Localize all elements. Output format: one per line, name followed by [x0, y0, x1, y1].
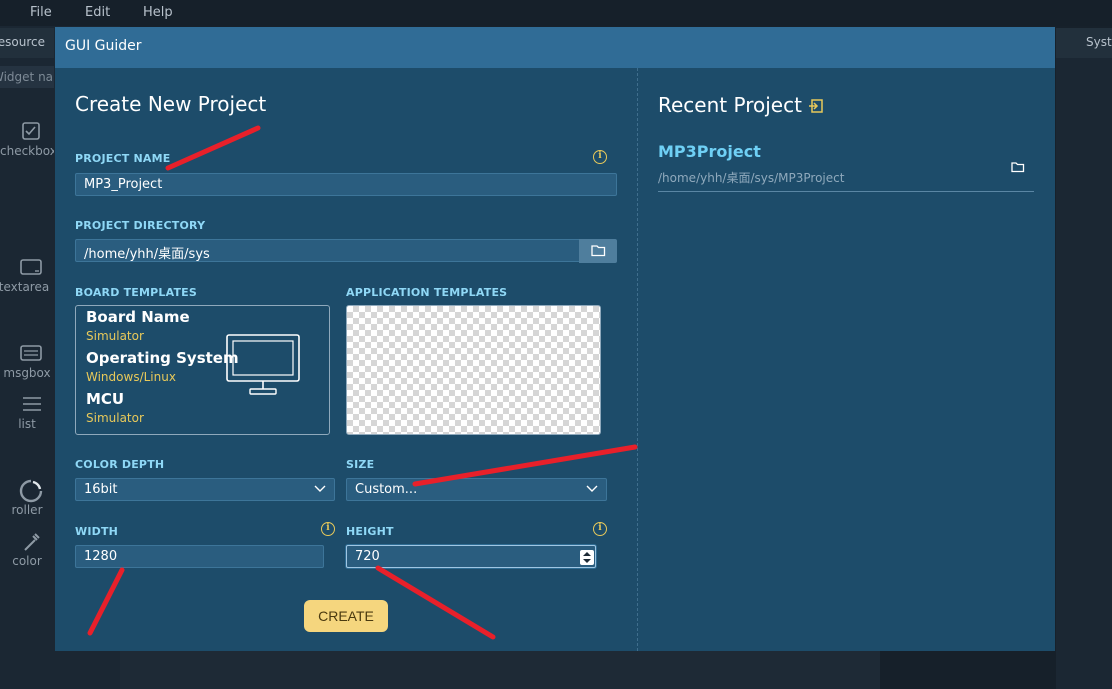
browse-directory-button[interactable]	[579, 239, 617, 263]
create-button[interactable]: CREATE	[304, 600, 388, 632]
height-value: 720	[355, 549, 380, 564]
chevron-down-icon	[586, 485, 598, 492]
bottom-panel-right	[880, 651, 1056, 689]
widget-label: textarea	[0, 280, 50, 294]
widget-roller[interactable]: roller	[0, 479, 54, 535]
dialog-title: GUI Guider	[55, 27, 1055, 68]
project-directory-input[interactable]: /home/yhh/桌面/sys	[75, 239, 581, 262]
list-icon	[23, 397, 41, 411]
recent-project-pane: Recent Project MP3Project /home/yhh/桌面/s…	[638, 68, 1055, 651]
textarea-icon	[20, 259, 42, 275]
widget-msgbox[interactable]: msgbox	[0, 342, 54, 398]
widget-checkbox[interactable]: checkbox	[0, 120, 54, 176]
width-label: WIDTH	[75, 525, 119, 538]
widget-label: color	[12, 554, 42, 568]
project-name-label: PROJECT NAME	[75, 152, 171, 165]
msgbox-icon	[20, 345, 42, 361]
color-depth-value: 16bit	[84, 482, 118, 497]
height-input[interactable]: 720	[346, 545, 596, 568]
tab-system[interactable]: System	[1056, 28, 1112, 58]
height-label: HEIGHT	[346, 525, 394, 538]
menubar: File Edit Help	[0, 0, 1112, 26]
project-name-input[interactable]: MP3_Project	[75, 173, 617, 196]
board-templates-label: BOARD TEMPLATES	[75, 286, 198, 299]
color-depth-label: COLOR DEPTH	[75, 458, 165, 471]
widget-color[interactable]: color	[0, 530, 54, 586]
board-name-value: Simulator	[86, 329, 144, 343]
widget-label: list	[18, 417, 36, 431]
height-stepper[interactable]	[580, 550, 594, 565]
width-info-icon[interactable]: i	[321, 522, 335, 536]
widget-search-input[interactable]: Widget name	[0, 66, 54, 88]
width-input[interactable]: 1280	[75, 545, 324, 568]
create-project-dialog: GUI Guider Create New Project PROJECT NA…	[55, 27, 1055, 651]
folder-icon	[591, 245, 606, 257]
widget-label: roller	[11, 503, 43, 517]
folder-icon[interactable]	[1011, 161, 1025, 173]
menu-help[interactable]: Help	[143, 5, 173, 20]
right-panel	[1056, 58, 1112, 689]
application-templates-label: APPLICATION TEMPLATES	[346, 286, 508, 299]
os-title: Operating System	[86, 349, 239, 367]
recent-project-name[interactable]: MP3Project	[658, 142, 761, 161]
monitor-icon	[226, 334, 300, 395]
menu-edit[interactable]: Edit	[85, 5, 110, 20]
application-template-card[interactable]	[346, 305, 601, 435]
create-project-pane: Create New Project PROJECT NAME i MP3_Pr…	[55, 68, 637, 651]
checkbox-icon	[22, 122, 40, 140]
recent-project-item[interactable]: MP3Project /home/yhh/桌面/sys/MP3Project	[658, 138, 1034, 192]
create-project-heading: Create New Project	[75, 92, 267, 116]
stepper-arrows-icon	[583, 552, 591, 563]
size-label: SIZE	[346, 458, 375, 471]
project-name-info-icon[interactable]: i	[593, 150, 607, 164]
widget-textarea[interactable]: textarea	[0, 256, 54, 312]
recent-project-heading: Recent Project	[658, 93, 802, 117]
recent-project-path: /home/yhh/桌面/sys/MP3Project	[658, 171, 845, 185]
project-directory-label: PROJECT DIRECTORY	[75, 219, 206, 232]
board-name-title: Board Name	[86, 308, 190, 326]
widget-list[interactable]: list	[0, 393, 54, 449]
bottom-panel	[120, 651, 880, 689]
mcu-title: MCU	[86, 390, 125, 408]
os-value: Windows/Linux	[86, 370, 176, 384]
roller-icon	[19, 479, 43, 503]
menu-file[interactable]: File	[30, 5, 52, 20]
board-template-card[interactable]: Board Name Simulator Operating System Wi…	[75, 305, 330, 435]
tab-resource[interactable]: Resource	[0, 28, 54, 58]
size-select[interactable]: Custom...	[346, 478, 607, 501]
chevron-down-icon	[314, 485, 326, 492]
widget-label: checkbox	[0, 144, 54, 158]
widget-label: msgbox	[3, 366, 51, 380]
color-picker-icon	[24, 533, 40, 551]
color-depth-select[interactable]: 16bit	[75, 478, 335, 501]
size-value: Custom...	[355, 482, 418, 497]
mcu-value: Simulator	[86, 411, 144, 425]
height-info-icon[interactable]: i	[593, 522, 607, 536]
import-project-icon[interactable]	[808, 98, 824, 114]
